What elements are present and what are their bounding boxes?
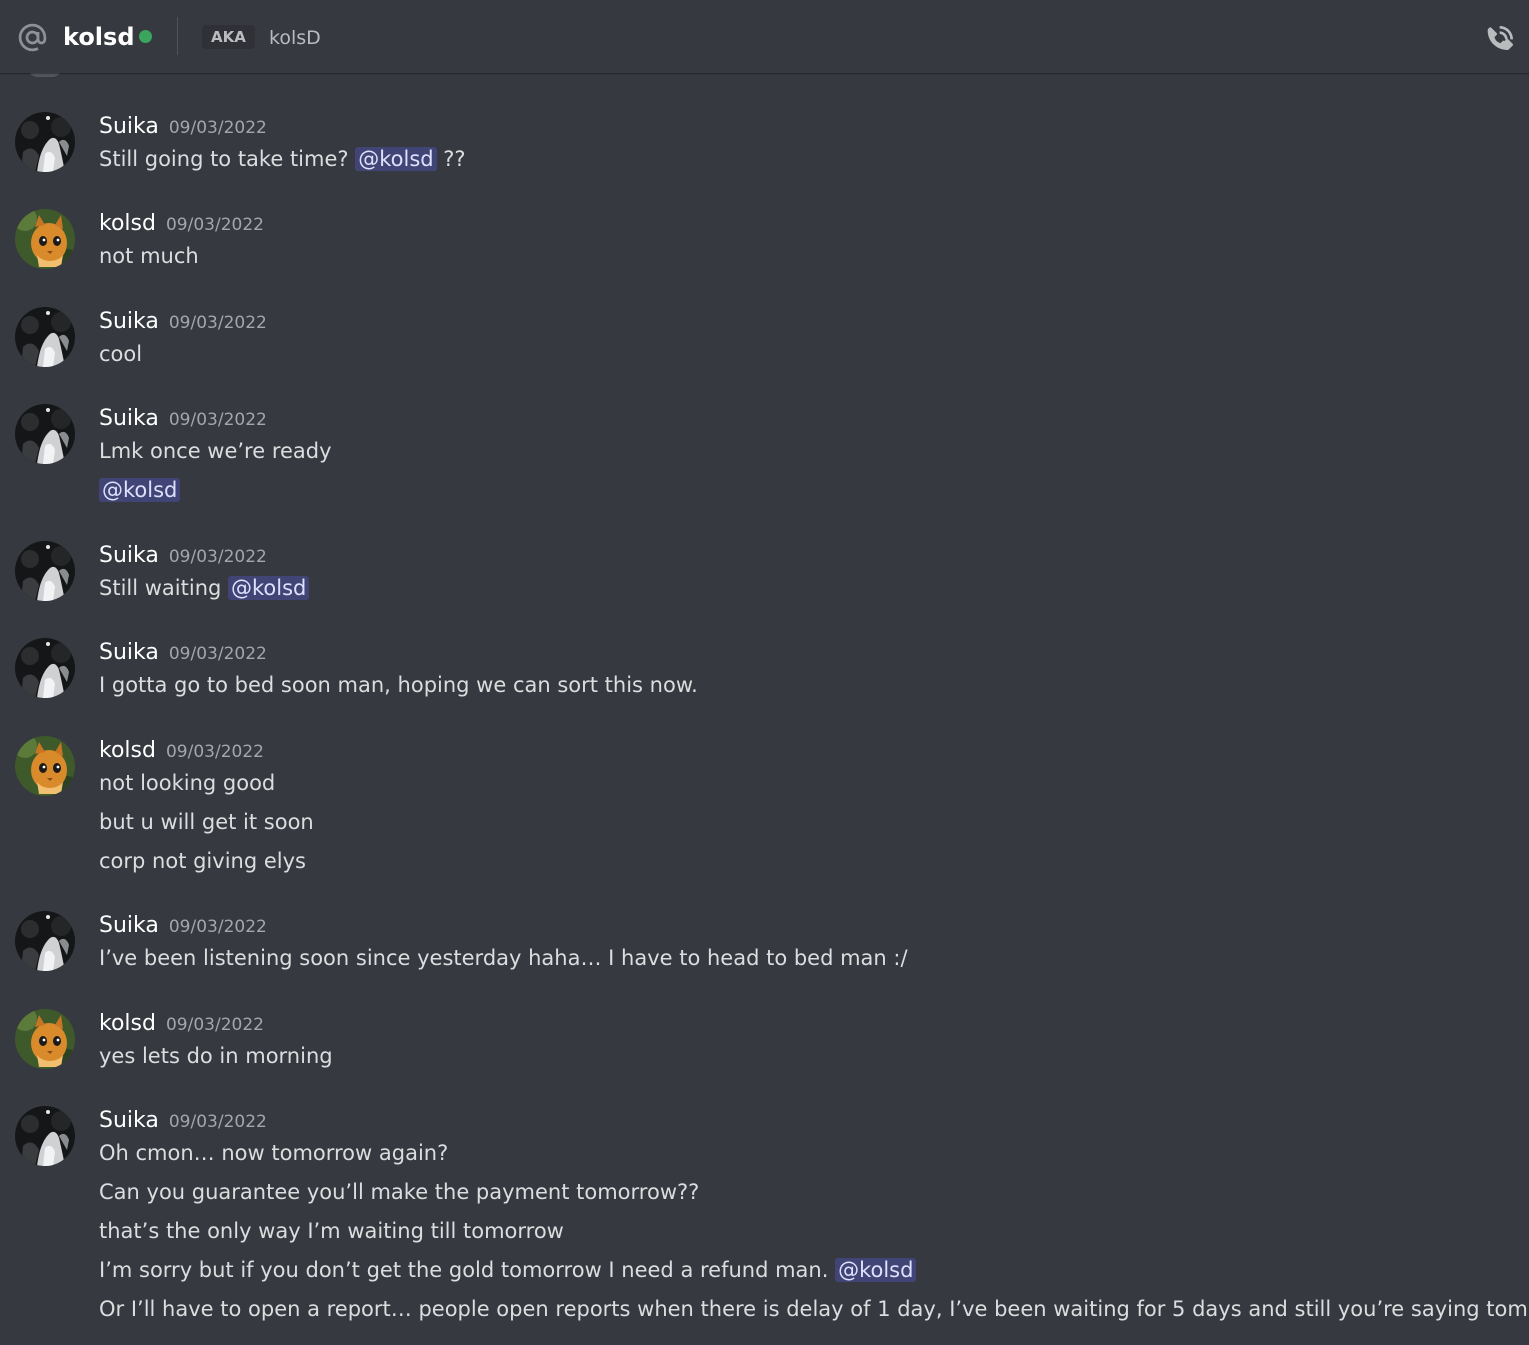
message-text: corp not giving elys <box>99 846 306 876</box>
message-text: not looking good <box>99 768 275 798</box>
at-icon <box>18 23 47 52</box>
timestamp: 09/03/2022 <box>168 410 267 430</box>
message-header: Suika 09/03/2022 <box>99 405 267 434</box>
message-text-content: I gotta go to bed soon man, hoping we ca… <box>99 673 698 697</box>
message-text: Oh cmon… now tomorrow again? <box>99 1138 448 1168</box>
suika-avatar[interactable] <box>15 404 75 464</box>
timestamp: 09/03/2022 <box>165 1015 264 1035</box>
message-header: Suika 09/03/2022 <box>99 639 267 668</box>
dm-header: kolsd AKA kolsD <box>0 0 1529 73</box>
message-text: Still waiting @kolsd <box>99 573 310 603</box>
username[interactable]: kolsd <box>99 1011 156 1036</box>
message-text-content: not much <box>99 244 199 268</box>
message-text: I gotta go to bed soon man, hoping we ca… <box>99 670 698 700</box>
avatar <box>28 73 62 77</box>
suika-avatar[interactable] <box>15 541 75 601</box>
username[interactable]: Suika <box>99 406 159 431</box>
username[interactable]: kolsd <box>99 738 156 763</box>
online-status-dot <box>139 30 152 43</box>
user-mention[interactable]: @kolsd <box>355 147 437 171</box>
message-text: Lmk once we’re ready <box>99 436 332 466</box>
message-header: Suika 09/03/2022 <box>99 542 267 571</box>
timestamp: 09/03/2022 <box>165 742 264 762</box>
kolsd-avatar[interactable] <box>15 1009 75 1069</box>
username[interactable]: Suika <box>99 913 159 938</box>
timestamp: 09/03/2022 <box>168 644 267 664</box>
message-text-content: yes lets do in morning <box>99 1044 333 1068</box>
username[interactable]: Suika <box>99 543 159 568</box>
dm-title[interactable]: kolsd <box>63 22 135 52</box>
message-text: but u will get it soon <box>99 807 314 837</box>
message-text-content: corp not giving elys <box>99 849 306 873</box>
message-text-content: that’s the only way I’m waiting till tom… <box>99 1219 564 1243</box>
timestamp: 09/03/2022 <box>168 118 267 138</box>
message-header: kolsd 09/03/2022 <box>99 737 264 766</box>
suika-avatar[interactable] <box>15 112 75 172</box>
username[interactable]: Suika <box>99 1108 159 1133</box>
username[interactable]: Suika <box>99 640 159 665</box>
header-divider <box>177 17 178 55</box>
timestamp: 09/03/2022 <box>165 215 264 235</box>
message-header: kolsd 09/03/2022 <box>99 210 264 239</box>
aka-badge: AKA <box>202 25 255 49</box>
previous-message-peek <box>0 73 700 79</box>
message-header: Suika 09/03/2022 <box>99 912 267 941</box>
user-mention[interactable]: @kolsd <box>228 576 310 600</box>
aka-name: kolsD <box>269 27 321 49</box>
timestamp: 09/03/2022 <box>168 1112 267 1132</box>
message-text-content: Can you guarantee you’ll make the paymen… <box>99 1180 700 1204</box>
username[interactable]: Suika <box>99 114 159 139</box>
message-text-content: Still waiting <box>99 576 229 600</box>
message-header: Suika 09/03/2022 <box>99 1107 267 1136</box>
suika-avatar[interactable] <box>15 307 75 367</box>
message-text-content: but u will get it soon <box>99 810 314 834</box>
message-header: Suika 09/03/2022 <box>99 113 267 142</box>
message-text-content: Still going to take time? <box>99 147 356 171</box>
message-text-content: Lmk once we’re ready <box>99 439 332 463</box>
timestamp: 09/03/2022 <box>168 917 267 937</box>
message-text: Still going to take time? @kolsd ?? <box>99 144 466 174</box>
message-text: @kolsd <box>99 475 181 505</box>
message-text-content: cool <box>99 342 143 366</box>
message-text: Or I’ll have to open a report… people op… <box>99 1294 1529 1324</box>
message-text: Can you guarantee you’ll make the paymen… <box>99 1177 699 1207</box>
suika-avatar[interactable] <box>15 911 75 971</box>
message-text: that’s the only way I’m waiting till tom… <box>99 1216 564 1246</box>
user-mention[interactable]: @kolsd <box>835 1258 917 1282</box>
kolsd-avatar[interactable] <box>15 736 75 796</box>
username[interactable]: Suika <box>99 309 159 334</box>
message-text: not much <box>99 241 199 271</box>
message-text-content: I’ve been listening soon since yesterday… <box>99 946 908 970</box>
message-text: yes lets do in morning <box>99 1041 333 1071</box>
message-text-content: Oh cmon… now tomorrow again? <box>99 1141 449 1165</box>
message-header: Suika 09/03/2022 <box>99 308 267 337</box>
kolsd-avatar[interactable] <box>15 209 75 269</box>
message-text-content: ?? <box>436 147 466 171</box>
message-text: I’m sorry but if you don’t get the gold … <box>99 1255 917 1285</box>
timestamp: 09/03/2022 <box>168 313 267 333</box>
user-mention[interactable]: @kolsd <box>99 478 181 502</box>
username[interactable]: kolsd <box>99 211 156 236</box>
call-icon[interactable] <box>1485 22 1517 54</box>
message-text-content: I’m sorry but if you don’t get the gold … <box>99 1258 836 1282</box>
message-text-content: Or I’ll have to open a report… people op… <box>99 1297 1529 1321</box>
message-text: I’ve been listening soon since yesterday… <box>99 943 908 973</box>
suika-avatar[interactable] <box>15 1106 75 1166</box>
suika-avatar[interactable] <box>15 638 75 698</box>
message-text: cool <box>99 339 142 369</box>
message-text-content: not looking good <box>99 771 276 795</box>
timestamp: 09/03/2022 <box>168 547 267 567</box>
message-header: kolsd 09/03/2022 <box>99 1010 264 1039</box>
